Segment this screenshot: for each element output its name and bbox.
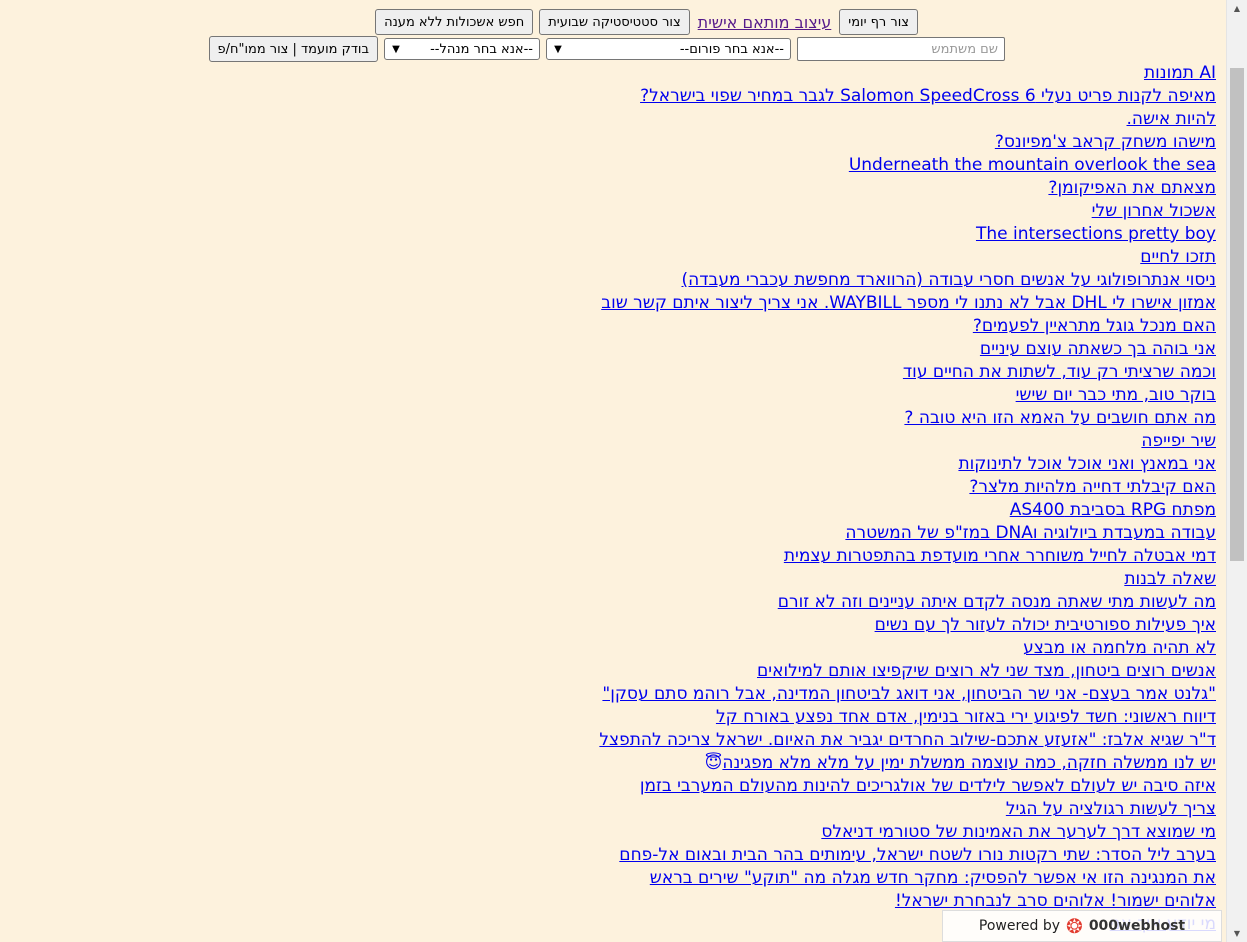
thread-title: בערב ליל הסדר: שתי רקטות נורו לשטח ישראל… [619, 845, 1216, 865]
brand-name: 000webhost [1088, 918, 1186, 934]
thread-title: מאיפה לקנות פריט נעלי Salomon SpeedCross… [640, 86, 1216, 106]
thread-link[interactable]: צריך לעשות רגולציה על הגיל [16, 798, 1216, 821]
thread-title: "גלנט אמר בעצם- אני שר הביטחון, אני דואג… [602, 684, 1216, 704]
thread-link[interactable]: מה אתם חושבים על האמא הזו היא טובה ? [16, 407, 1216, 430]
thread-title: איזה סיבה יש לעולם לאפשר לילדים של אולגר… [639, 776, 1216, 796]
thread-title: ניסוי אנתרופולוגי על אנשים חסרי עבודה (ה… [681, 270, 1216, 290]
weekly-stats-button[interactable]: צור סטטיסטיקה שבועית [539, 9, 690, 35]
thread-link[interactable]: וכמה שרציתי רק עוד, לשתות את החיים עוד [16, 361, 1216, 384]
thread-link[interactable]: The intersections pretty boy [16, 223, 1216, 246]
scroll-up-arrow-icon[interactable]: ▲ [1227, 0, 1247, 17]
thread-title: אנשים רוצים ביטחון, מצד שני לא רוצים שיק… [757, 661, 1216, 681]
thread-link[interactable]: ניסוי אנתרופולוגי על אנשים חסרי עבודה (ה… [16, 269, 1216, 292]
thread-title: מפתח RPG בסביבת AS400 [1009, 500, 1216, 520]
chevron-down-icon: ▼ [554, 43, 562, 55]
thread-link[interactable]: אמזון אישרו לי DHL אבל לא נתנו לי מספר W… [16, 292, 1216, 315]
thread-link[interactable]: Underneath the mountain overlook the sea [16, 154, 1216, 177]
username-input[interactable] [797, 37, 1005, 61]
thread-link[interactable]: אנשים רוצים ביטחון, מצד שני לא רוצים שיק… [16, 660, 1216, 683]
thread-title: צריך לעשות רגולציה על הגיל [1005, 799, 1216, 819]
thread-title: תזכו לחיים [1140, 247, 1216, 267]
thread-title: שיר יפייפה [1141, 431, 1216, 451]
webhost-logo-icon: ❂ [1066, 914, 1083, 938]
thread-title: אני במאנץ ואני אוכל אוכל לתינוקות [958, 454, 1216, 474]
thread-title: וכמה שרציתי רק עוד, לשתות את החיים עוד [902, 362, 1216, 382]
thread-title: אמזון אישרו לי DHL אבל לא נתנו לי מספר W… [601, 293, 1216, 313]
thread-link[interactable]: דיווח ראשוני: חשד לפיגוע ירי באזור בנימי… [16, 706, 1216, 729]
thread-link[interactable]: מי שמוצא דרך לערער את האמינות של סטורמי … [16, 821, 1216, 844]
smiling-face-icon: 😇 [704, 753, 723, 773]
thread-title: מי שמוצא דרך לערער את האמינות של סטורמי … [821, 822, 1216, 842]
thread-link[interactable]: איזה סיבה יש לעולם לאפשר לילדים של אולגר… [16, 775, 1216, 798]
thread-title: האם מנכל גוגל מתראיין לפעמים? [972, 316, 1216, 336]
thread-link[interactable]: להיות אישה. [16, 108, 1217, 131]
thread-title: דמי אבטלה לחייל משוחרר אחרי מועדפת בהתפט… [783, 546, 1216, 566]
thread-link[interactable]: את המנגינה הזו אי אפשר להפסיק: מחקר חדש … [16, 867, 1216, 890]
chevron-down-icon: ▼ [392, 43, 400, 55]
thread-link[interactable]: האם מנכל גוגל מתראיין לפעמים? [16, 315, 1216, 338]
scroll-thumb[interactable] [1230, 68, 1244, 561]
thread-link[interactable]: AI תמונות [16, 62, 1216, 85]
forum-select-value: --אנא בחר פורום-- [679, 41, 784, 57]
thread-list: AI תמונות מאיפה לקנות פריט נעלי Salomon S… [16, 62, 1216, 936]
manager-select[interactable]: --אנא בחר מנהל-- ▼ [384, 38, 540, 60]
thread-title: מישהו משחק קראב צ'מפיונס? [994, 132, 1216, 152]
scroll-down-arrow-icon[interactable]: ▼ [1227, 925, 1247, 942]
thread-link[interactable]: אשכול אחרון שלי [16, 200, 1216, 223]
thread-link[interactable]: מאיפה לקנות פריט נעלי Salomon SpeedCross… [16, 85, 1216, 108]
thread-title: בוקר טוב, מתי כבר יום שישי [1015, 385, 1216, 405]
thread-title: מה אתם חושבים על האמא הזו היא טובה ? [904, 408, 1216, 428]
forum-select[interactable]: --אנא בחר פורום-- ▼ [546, 38, 791, 60]
thread-link[interactable]: בוקר טוב, מתי כבר יום שישי [16, 384, 1216, 407]
thread-link[interactable]: מה לעשות מתי שאתה מנסה לקדם איתה עניינים… [16, 591, 1216, 614]
candidate-check-button[interactable]: בודק מועמד | צור ממו"ח/פ [208, 36, 378, 62]
thread-title: שאלה לבנות [1124, 569, 1216, 589]
thread-title: יש לנו ממשלה חזקה, כמה עוצמה ממשלת ימין … [722, 753, 1216, 773]
toolbar-row-bottom: --אנא בחר פורום-- ▼ --אנא בחר מנהל-- ▼ ב… [208, 36, 1005, 62]
powered-by-badge[interactable]: Powered by ❂ 000webhost [942, 910, 1222, 942]
thread-title: The intersections pretty boy [975, 224, 1216, 244]
thread-title: Underneath the mountain overlook the sea [848, 155, 1216, 175]
thread-title: האם קיבלתי דחייה מלהיות מלצר? [969, 477, 1216, 497]
thread-link[interactable]: "גלנט אמר בעצם- אני שר הביטחון, אני דואג… [16, 683, 1216, 706]
manager-select-value: --אנא בחר מנהל-- [430, 41, 533, 57]
thread-title: להיות אישה. [1126, 109, 1217, 129]
thread-title: דיווח ראשוני: חשד לפיגוע ירי באזור בנימי… [715, 707, 1216, 727]
thread-link[interactable]: ד"ר שגיא אלבז: "אזעזע אתכם-שילוב החרדים … [16, 729, 1216, 752]
thread-title: לא תהיה מלחמה או מבצע [1023, 638, 1216, 658]
thread-link[interactable]: איך פעילות ספורטיבית יכולה לעזור לך עם נ… [16, 614, 1216, 637]
thread-link[interactable]: בערב ליל הסדר: שתי רקטות נורו לשטח ישראל… [16, 844, 1216, 867]
thread-link[interactable]: אני בוהה בך כשאתה עוצם עיניים [16, 338, 1216, 361]
thread-link[interactable]: אני במאנץ ואני אוכל אוכל לתינוקות [16, 453, 1216, 476]
thread-link[interactable]: לא תהיה מלחמה או מבצע [16, 637, 1216, 660]
thread-link[interactable]: יש לנו ממשלה חזקה, כמה עוצמה ממשלת ימין … [16, 752, 1216, 775]
unanswered-threads-button[interactable]: חפש אשכולות ללא מענה [375, 9, 534, 35]
powered-by-label: Powered by [978, 918, 1061, 934]
thread-link[interactable]: מישהו משחק קראב צ'מפיונס? [16, 131, 1216, 154]
thread-title: מצאתם את האפיקומן? [1048, 178, 1216, 198]
vertical-scrollbar[interactable]: ▲ ▼ [1226, 0, 1247, 942]
thread-link[interactable]: דמי אבטלה לחייל משוחרר אחרי מועדפת בהתפט… [16, 545, 1216, 568]
thread-title: אשכול אחרון שלי [1091, 201, 1216, 221]
thread-title: אלוהים ישמור! אלוהים סרב לנבחרת ישראל! [894, 891, 1216, 911]
thread-link[interactable]: מצאתם את האפיקומן? [16, 177, 1216, 200]
thread-link[interactable]: שיר יפייפה [16, 430, 1216, 453]
thread-title: ד"ר שגיא אלבז: "אזעזע אתכם-שילוב החרדים … [599, 730, 1216, 750]
thread-title: איך פעילות ספורטיבית יכולה לעזור לך עם נ… [874, 615, 1216, 635]
thread-title: AI תמונות [1143, 63, 1216, 83]
thread-link[interactable]: עבודה במעבדת ביולוגיה וDNA במז"פ של המשט… [16, 522, 1216, 545]
thread-title: את המנגינה הזו אי אפשר להפסיק: מחקר חדש … [649, 868, 1216, 888]
thread-link[interactable]: מפתח RPG בסביבת AS400 [16, 499, 1216, 522]
toolbar-row-top: צור רף יומי עיצוב מותאם אישית צור סטטיסט… [375, 9, 918, 35]
thread-title: אני בוהה בך כשאתה עוצם עיניים [979, 339, 1216, 359]
thread-link[interactable]: האם קיבלתי דחייה מלהיות מלצר? [16, 476, 1216, 499]
personal-design-link[interactable]: עיצוב מותאם אישית [696, 13, 834, 32]
thread-link[interactable]: תזכו לחיים [16, 246, 1216, 269]
thread-title: עבודה במעבדת ביולוגיה וDNA במז"פ של המשט… [845, 523, 1216, 543]
daily-sheet-button[interactable]: צור רף יומי [839, 9, 918, 35]
thread-title: מה לעשות מתי שאתה מנסה לקדם איתה עניינים… [777, 592, 1216, 612]
thread-link[interactable]: שאלה לבנות [16, 568, 1216, 591]
